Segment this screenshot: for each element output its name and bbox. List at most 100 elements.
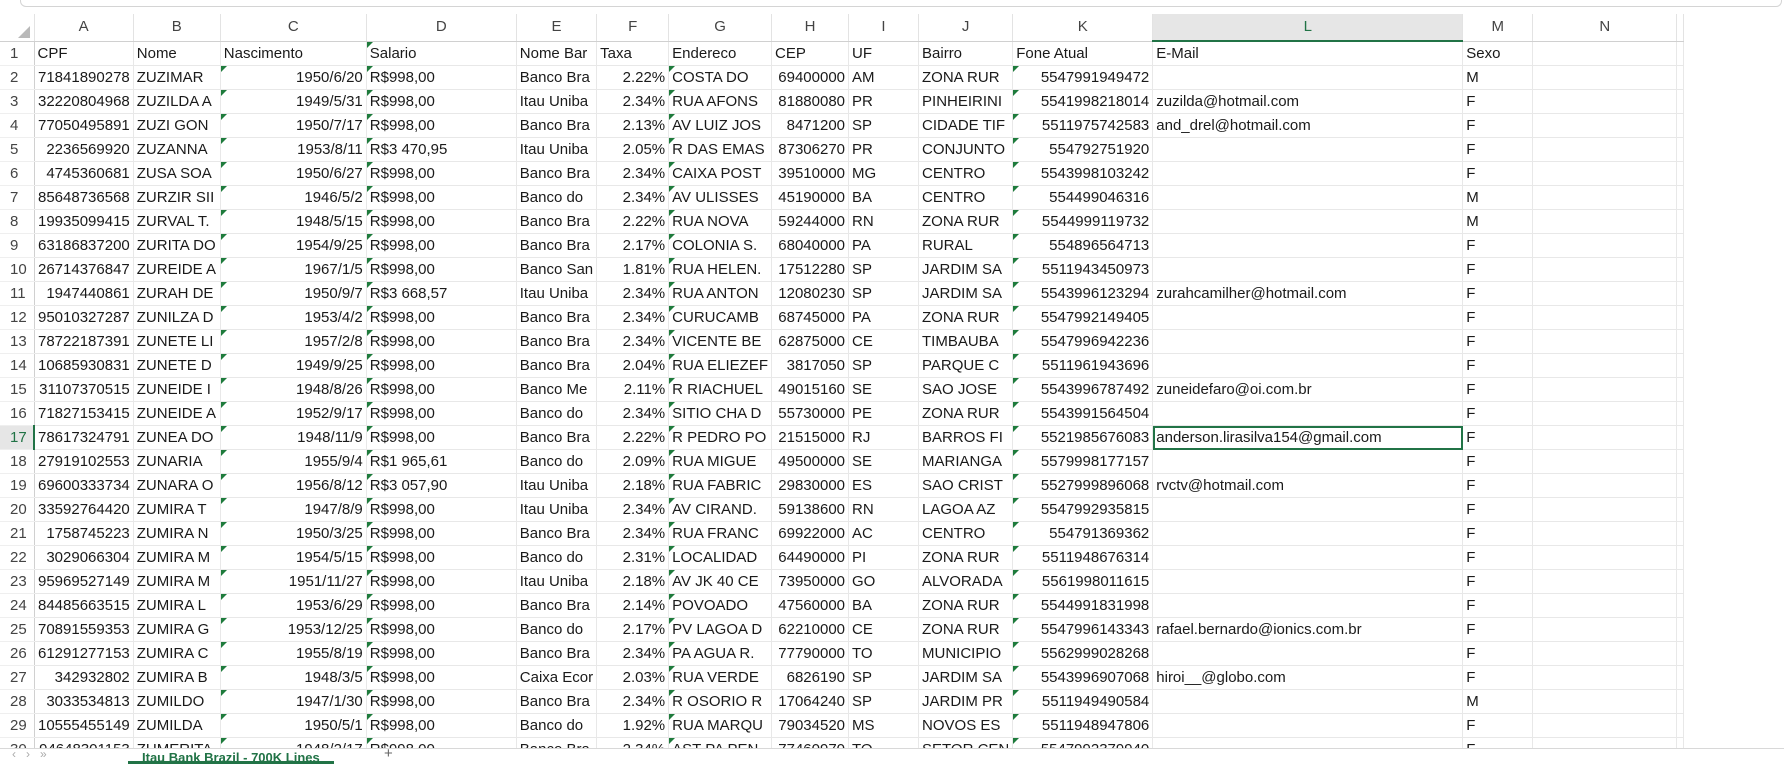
cell-filler[interactable] — [1676, 41, 1685, 66]
cell-h[interactable]: 59244000 — [771, 209, 850, 234]
cell-e[interactable]: Banco do — [516, 545, 598, 570]
cell-j[interactable]: NOVOS ES — [918, 713, 1014, 738]
cell-b[interactable]: ZUMIRA G — [133, 617, 221, 642]
cell-a[interactable]: 2236569920 — [34, 137, 134, 162]
cell-l[interactable] — [1152, 329, 1464, 354]
cell-n[interactable] — [1532, 65, 1678, 90]
cell-h[interactable]: 87306270 — [771, 137, 850, 162]
column-header-d[interactable]: D — [366, 14, 517, 42]
cell-n[interactable] — [1532, 521, 1678, 546]
cell-h[interactable]: 81880080 — [771, 89, 850, 114]
cell-i[interactable]: PA — [848, 305, 920, 330]
cell-g[interactable]: POVOADO — [668, 593, 773, 618]
cell-c[interactable]: 1954/5/15 — [220, 545, 367, 570]
cell-m[interactable]: F — [1462, 329, 1534, 354]
cell-g[interactable]: RUA MARQU — [668, 713, 773, 738]
cell-f[interactable]: 2.34% — [596, 497, 670, 522]
column-header-n[interactable]: N — [1532, 14, 1678, 42]
column-header-l[interactable]: L — [1152, 14, 1464, 42]
cell-f[interactable]: 2.34% — [596, 329, 670, 354]
cell-f[interactable]: 2.31% — [596, 545, 670, 570]
cell-e[interactable]: Banco do — [516, 401, 598, 426]
cell-i[interactable]: SP — [848, 353, 920, 378]
cell-g[interactable]: PV LAGOA D — [668, 617, 773, 642]
cell-j[interactable]: ZONA RUR — [918, 305, 1014, 330]
cell-e[interactable]: Nome Bar — [516, 41, 598, 66]
cell-i[interactable]: PI — [848, 545, 920, 570]
cell-filler[interactable] — [1676, 617, 1685, 642]
cell-i[interactable]: SP — [848, 281, 920, 306]
cell-h[interactable]: 62210000 — [771, 617, 850, 642]
row-header[interactable]: 10 — [0, 257, 35, 282]
cell-e[interactable]: Banco Bra — [516, 353, 598, 378]
cell-e[interactable]: Itau Uniba — [516, 569, 598, 594]
cell-b[interactable]: Nome — [133, 41, 221, 66]
cell-d[interactable]: R$998,00 — [366, 209, 517, 234]
cell-m[interactable]: F — [1462, 305, 1534, 330]
cell-i[interactable]: RN — [848, 209, 920, 234]
cell-b[interactable]: ZUZILDA A — [133, 89, 221, 114]
cell-filler[interactable] — [1676, 89, 1685, 114]
cell-g[interactable]: RUA MIGUE — [668, 449, 773, 474]
cell-j[interactable]: CIDADE TIF — [918, 113, 1014, 138]
cell-n[interactable] — [1532, 353, 1678, 378]
cell-i[interactable]: MG — [848, 161, 920, 186]
cell-filler[interactable] — [1676, 137, 1685, 162]
cell-j[interactable]: MUNICIPIO — [918, 641, 1014, 666]
cell-n[interactable] — [1532, 377, 1678, 402]
cell-g[interactable]: Endereco — [668, 41, 773, 66]
cell-m[interactable]: F — [1462, 377, 1534, 402]
cell-g[interactable]: R OSORIO R — [668, 689, 773, 714]
cell-m[interactable]: F — [1462, 449, 1534, 474]
column-header-b[interactable]: B — [133, 14, 221, 42]
cell-a[interactable]: 1758745223 — [34, 521, 134, 546]
cell-i[interactable]: PE — [848, 401, 920, 426]
cell-i[interactable]: SE — [848, 449, 920, 474]
cell-n[interactable] — [1532, 689, 1678, 714]
column-header-k[interactable]: K — [1012, 14, 1154, 42]
cell-f[interactable]: 2.22% — [596, 425, 670, 450]
cell-j[interactable]: ZONA RUR — [918, 545, 1014, 570]
cell-e[interactable]: Itau Uniba — [516, 281, 598, 306]
cell-b[interactable]: ZUZIMAR — [133, 65, 221, 90]
row-header[interactable]: 8 — [0, 209, 35, 234]
active-cell[interactable]: anderson.lirasilva154@gmail.com — [1152, 425, 1464, 450]
cell-k[interactable]: 5543996907068 — [1012, 665, 1154, 690]
cell-l[interactable]: hiroi__@globo.com — [1152, 665, 1464, 690]
row-header[interactable]: 13 — [0, 329, 35, 354]
cell-b[interactable]: ZUNARA O — [133, 473, 221, 498]
cell-c[interactable]: 1952/9/17 — [220, 401, 367, 426]
row-header[interactable]: 14 — [0, 353, 35, 378]
cell-filler[interactable] — [1676, 641, 1685, 666]
cell-d[interactable]: R$3 057,90 — [366, 473, 517, 498]
cell-f[interactable]: 2.34% — [596, 305, 670, 330]
column-header-h[interactable]: H — [771, 14, 850, 42]
cell-e[interactable]: Banco Bra — [516, 593, 598, 618]
cell-n[interactable] — [1532, 713, 1678, 738]
cell-m[interactable]: M — [1462, 185, 1534, 210]
cell-h[interactable]: 12080230 — [771, 281, 850, 306]
cell-n[interactable] — [1532, 89, 1678, 114]
cell-g[interactable]: CAIXA POST — [668, 161, 773, 186]
cell-e[interactable]: Banco Bra — [516, 65, 598, 90]
cell-k[interactable]: 5541998218014 — [1012, 89, 1154, 114]
cell-f[interactable]: Taxa — [596, 41, 670, 66]
cell-m[interactable]: F — [1462, 713, 1534, 738]
column-header-a[interactable]: A — [34, 14, 134, 42]
cell-b[interactable]: ZUZANNA — [133, 137, 221, 162]
cell-i[interactable]: CE — [848, 617, 920, 642]
cell-d[interactable]: R$998,00 — [366, 233, 517, 258]
cell-m[interactable]: M — [1462, 209, 1534, 234]
cell-j[interactable]: TIMBAUBA — [918, 329, 1014, 354]
cell-d[interactable]: R$1 965,61 — [366, 449, 517, 474]
cell-f[interactable]: 2.04% — [596, 353, 670, 378]
cell-g[interactable]: RUA HELEN. — [668, 257, 773, 282]
cell-e[interactable]: Banco Bra — [516, 305, 598, 330]
cell-h[interactable]: 77790000 — [771, 641, 850, 666]
cell-n[interactable] — [1532, 137, 1678, 162]
cell-d[interactable]: R$998,00 — [366, 713, 517, 738]
cell-f[interactable]: 2.22% — [596, 65, 670, 90]
cell-i[interactable]: RN — [848, 497, 920, 522]
cell-d[interactable]: R$998,00 — [366, 65, 517, 90]
cell-a[interactable]: 1947440861 — [34, 281, 134, 306]
